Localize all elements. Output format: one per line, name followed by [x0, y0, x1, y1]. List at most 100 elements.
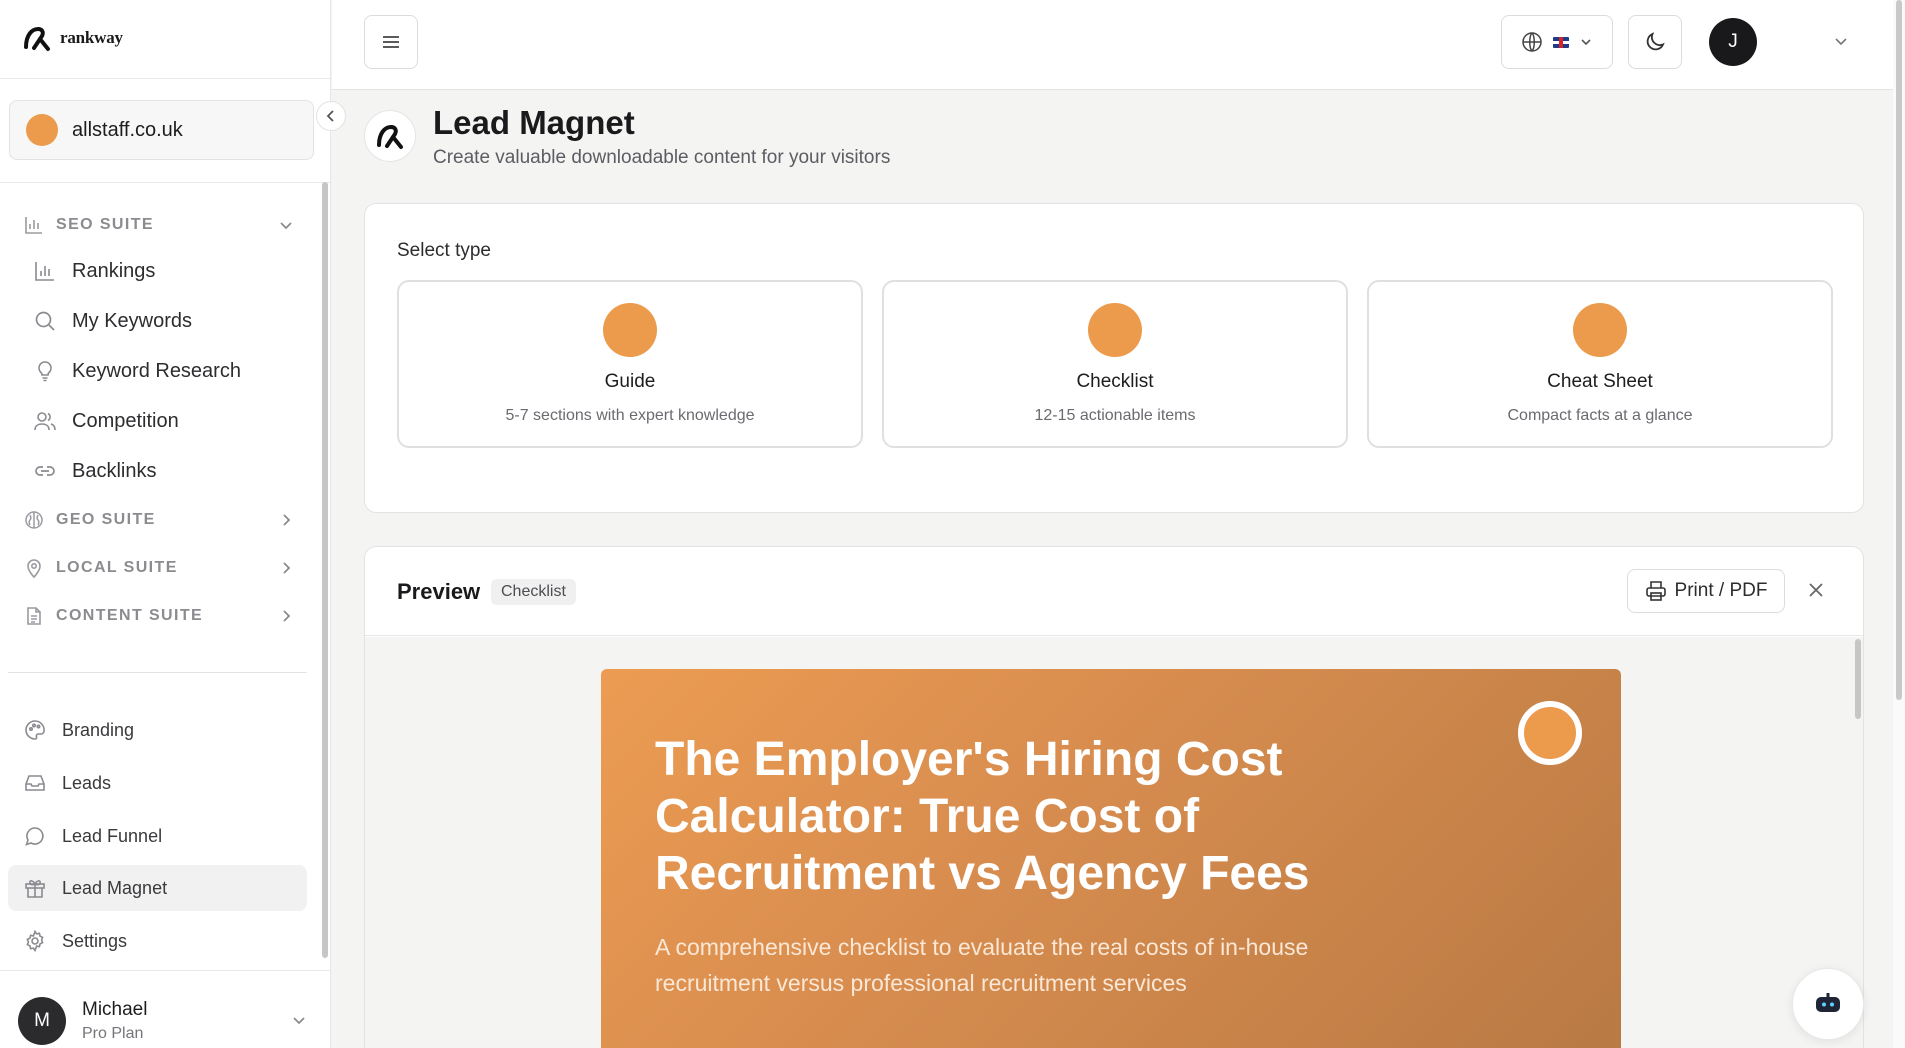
sidebar-item-label: My Keywords — [72, 309, 193, 332]
sidebar-item-lead-funnel[interactable]: Lead Funnel — [8, 813, 307, 859]
type-option-cheat-sheet[interactable]: Cheat Sheet Compact facts at a glance — [1367, 280, 1833, 448]
avatar[interactable]: J — [1709, 18, 1757, 66]
palette-icon — [25, 720, 45, 740]
cover-title: The Employer's Hiring Cost Calculator: T… — [655, 733, 1310, 900]
section-label: GEO SUITE — [56, 511, 156, 528]
sidebar-item-competition[interactable]: Competition — [34, 401, 294, 441]
sidebar-item-label: Lead Funnel — [62, 825, 163, 846]
topbar: J — [332, 0, 1894, 90]
globe-icon — [1522, 32, 1542, 52]
cover-brand-mark — [1518, 701, 1582, 765]
brain-icon — [25, 511, 43, 529]
bar-chart-icon — [25, 217, 42, 234]
sidebar-item-leads[interactable]: Leads — [8, 760, 307, 806]
site-selector[interactable]: allstaff.co.uk — [9, 100, 314, 160]
type-description: 5-7 sections with expert knowledge — [505, 407, 755, 424]
sidebar-scrollbar[interactable] — [322, 182, 328, 958]
language-selector[interactable] — [1501, 15, 1613, 69]
map-pin-icon — [27, 559, 41, 578]
chevron-right-icon — [283, 514, 291, 526]
site-name: allstaff.co.uk — [72, 118, 183, 141]
moon-icon — [1646, 32, 1665, 51]
sidebar-item-label: Leads — [62, 772, 112, 793]
collapse-sidebar-button[interactable] — [316, 101, 346, 131]
chat-icon — [25, 827, 44, 846]
page-title: Lead Magnet — [433, 104, 635, 141]
sidebar-item-label: Branding — [62, 719, 135, 740]
sidebar-item-rankings[interactable]: Rankings — [34, 251, 294, 291]
type-option-guide[interactable]: Guide 5-7 sections with expert knowledge — [397, 280, 863, 448]
sidebar-item-label: Backlinks — [72, 459, 157, 482]
brand-logo[interactable]: rankway — [22, 18, 123, 58]
preview-card: Preview Checklist Print / PDF The Employ… — [364, 546, 1864, 1048]
divider — [0, 182, 330, 183]
sidebar-item-lead-magnet[interactable]: Lead Magnet — [8, 865, 307, 911]
section-content-suite[interactable]: CONTENT SUITE — [24, 601, 294, 631]
page-logo — [364, 110, 416, 162]
chevron-right-icon — [283, 562, 291, 574]
status-badge: Checklist — [491, 579, 576, 605]
document-icon — [27, 607, 41, 625]
print-pdf-button[interactable]: Print / PDF — [1627, 569, 1785, 613]
gift-icon — [25, 880, 45, 898]
section-local-suite[interactable]: LOCAL SUITE — [24, 553, 294, 583]
type-select-label: Select type — [397, 240, 491, 261]
sidebar: rankway allstaff.co.uk SEO SUITE Ranking… — [0, 0, 331, 1048]
chevron-down-icon — [280, 222, 292, 230]
type-option-checklist[interactable]: Checklist 12-15 actionable items — [882, 280, 1348, 448]
type-description: 12-15 actionable items — [1034, 407, 1196, 424]
type-icon — [603, 303, 657, 357]
chevron-left-icon — [326, 110, 334, 122]
uk-flag-icon — [1553, 36, 1569, 48]
sidebar-item-branding[interactable]: Branding — [8, 707, 307, 753]
scrollbar-thumb[interactable] — [1896, 0, 1902, 700]
preview-scrollbar[interactable] — [1855, 639, 1861, 719]
section-geo-suite[interactable]: GEO SUITE — [24, 505, 294, 535]
section-label: SEO SUITE — [56, 216, 154, 233]
bar-chart-icon — [35, 262, 54, 281]
section-label: CONTENT SUITE — [56, 607, 204, 624]
avatar: M — [18, 997, 66, 1045]
hamburger-menu-icon — [383, 36, 399, 48]
type-icon — [1088, 303, 1142, 357]
cover-subtitle: A comprehensive checklist to evaluate th… — [655, 934, 1309, 996]
sidebar-item-label: Lead Magnet — [62, 877, 168, 898]
preview-title: Preview — [397, 579, 481, 604]
close-icon[interactable] — [1805, 579, 1827, 601]
gear-icon — [26, 930, 44, 952]
inbox-icon — [25, 775, 45, 791]
users-icon — [34, 412, 56, 431]
divider — [0, 970, 330, 971]
theme-toggle-button[interactable] — [1628, 15, 1682, 69]
window-scrollbar[interactable] — [1893, 0, 1905, 1048]
chevron-down-icon — [1581, 39, 1591, 46]
lead-magnet-cover: The Employer's Hiring Cost Calculator: T… — [601, 669, 1621, 1048]
type-icon — [1573, 303, 1627, 357]
menu-button[interactable] — [364, 15, 418, 69]
sidebar-item-label: Competition — [72, 409, 179, 432]
type-select-card: Select type Guide 5-7 sections with expe… — [364, 203, 1864, 513]
chatbot-button[interactable] — [1792, 968, 1864, 1040]
section-seo-suite[interactable]: SEO SUITE — [24, 210, 294, 240]
rankway-logo-icon — [377, 124, 403, 149]
user-name: Michael — [82, 999, 148, 1020]
chevron-down-icon[interactable] — [1832, 32, 1850, 50]
sidebar-item-label: Keyword Research — [72, 359, 241, 382]
chevron-down-icon — [293, 1017, 305, 1025]
site-favicon — [26, 114, 58, 146]
type-name: Guide — [604, 371, 656, 392]
chevron-right-icon — [283, 610, 291, 622]
user-plan: Pro Plan — [82, 1025, 144, 1042]
sidebar-item-backlinks[interactable]: Backlinks — [34, 451, 294, 491]
type-name: Cheat Sheet — [1547, 371, 1653, 392]
sidebar-item-keyword-research[interactable]: Keyword Research — [34, 351, 294, 391]
preview-header: Preview Checklist Print / PDF — [365, 547, 1863, 636]
user-menu[interactable]: M Michael Pro Plan — [18, 995, 308, 1047]
sidebar-item-label: Settings — [62, 930, 128, 951]
divider — [0, 78, 330, 79]
brand-name: rankway — [60, 28, 123, 47]
sidebar-item-settings[interactable]: Settings — [8, 918, 307, 964]
page-subtitle: Create valuable downloadable content for… — [433, 147, 891, 168]
search-icon — [35, 311, 55, 331]
sidebar-item-my-keywords[interactable]: My Keywords — [34, 301, 294, 341]
